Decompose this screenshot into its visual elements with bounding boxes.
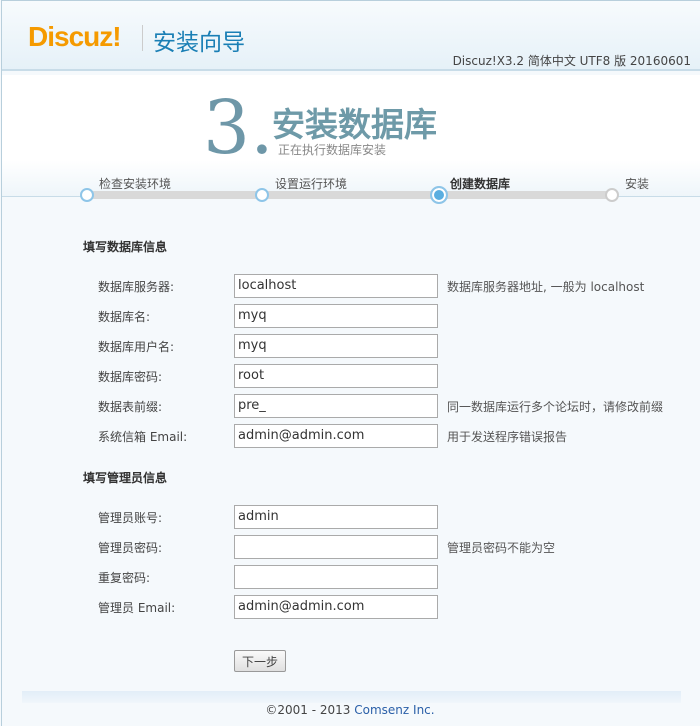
step-dot-current xyxy=(430,186,448,204)
field-value: localhost xyxy=(238,278,297,293)
field-input[interactable]: myq xyxy=(234,334,438,358)
copyright-text: ©2001 - 2013 xyxy=(265,703,355,717)
step-number: 3. xyxy=(203,85,274,171)
field-input[interactable]: admin@admin.com xyxy=(234,424,438,448)
field-input[interactable] xyxy=(234,565,438,589)
field-label: 数据库名: xyxy=(98,310,151,324)
version-text: Discuz!X3.2 简体中文 UTF8 版 20160601 xyxy=(452,54,691,68)
next-button[interactable]: 下一步 xyxy=(234,650,286,672)
step-label: 设置运行环境 xyxy=(275,177,348,191)
field-value: pre_ xyxy=(238,398,266,413)
field-tip: 管理员密码不能为空 xyxy=(447,541,556,555)
field-label: 数据库用户名: xyxy=(98,340,175,354)
copyright: ©2001 - 2013 Comsenz Inc. xyxy=(0,703,700,717)
field-value: myq xyxy=(238,308,267,323)
field-label: 管理员密码: xyxy=(98,541,163,555)
field-input[interactable]: admin@admin.com xyxy=(234,595,438,619)
field-input[interactable]: root xyxy=(234,364,438,388)
step-label: 安装 xyxy=(625,177,650,191)
admin-section-title: 填写管理员信息 xyxy=(83,471,168,485)
field-label: 数据库服务器: xyxy=(98,280,175,294)
field-label: 管理员账号: xyxy=(98,511,163,525)
company-link[interactable]: Comsenz Inc. xyxy=(354,703,434,717)
step-label: 检查安装环境 xyxy=(99,177,172,191)
field-label: 系统信箱 Email: xyxy=(98,430,188,444)
db-section-title: 填写数据库信息 xyxy=(83,240,168,254)
field-input[interactable]: pre_ xyxy=(234,394,438,418)
step-subtitle: 正在执行数据库安装 xyxy=(278,143,387,157)
progress-track xyxy=(86,191,614,199)
field-input[interactable]: admin xyxy=(234,505,438,529)
field-input[interactable]: myq xyxy=(234,304,438,328)
divider xyxy=(142,25,143,51)
discuz-logo: Discuz! xyxy=(28,21,122,52)
field-tip: 数据库服务器地址, 一般为 localhost xyxy=(447,280,645,294)
wizard-title: 安装向导 xyxy=(153,30,245,56)
field-label: 重复密码: xyxy=(98,571,151,585)
field-label: 数据表前缀: xyxy=(98,400,163,414)
field-input[interactable] xyxy=(234,535,438,559)
field-value: myq xyxy=(238,338,267,353)
field-value: admin@admin.com xyxy=(238,428,365,443)
header: Discuz! 安装向导 Discuz!X3.2 简体中文 UTF8 版 201… xyxy=(2,1,700,71)
step-dot-done xyxy=(80,188,94,202)
field-value: admin xyxy=(238,509,279,524)
field-value: root xyxy=(238,368,265,383)
field-value: admin@admin.com xyxy=(238,599,365,614)
step-dot-done xyxy=(255,188,269,202)
field-tip: 用于发送程序错误报告 xyxy=(447,430,568,444)
field-input[interactable]: localhost xyxy=(234,274,438,298)
footer-band xyxy=(22,691,681,703)
field-label: 数据库密码: xyxy=(98,370,163,384)
step-title: 安装数据库 xyxy=(272,105,437,144)
field-label: 管理员 Email: xyxy=(98,601,176,615)
step-dot-todo xyxy=(605,188,619,202)
field-tip: 同一数据库运行多个论坛时，请修改前缀 xyxy=(447,400,664,414)
step-label-current: 创建数据库 xyxy=(450,177,511,191)
